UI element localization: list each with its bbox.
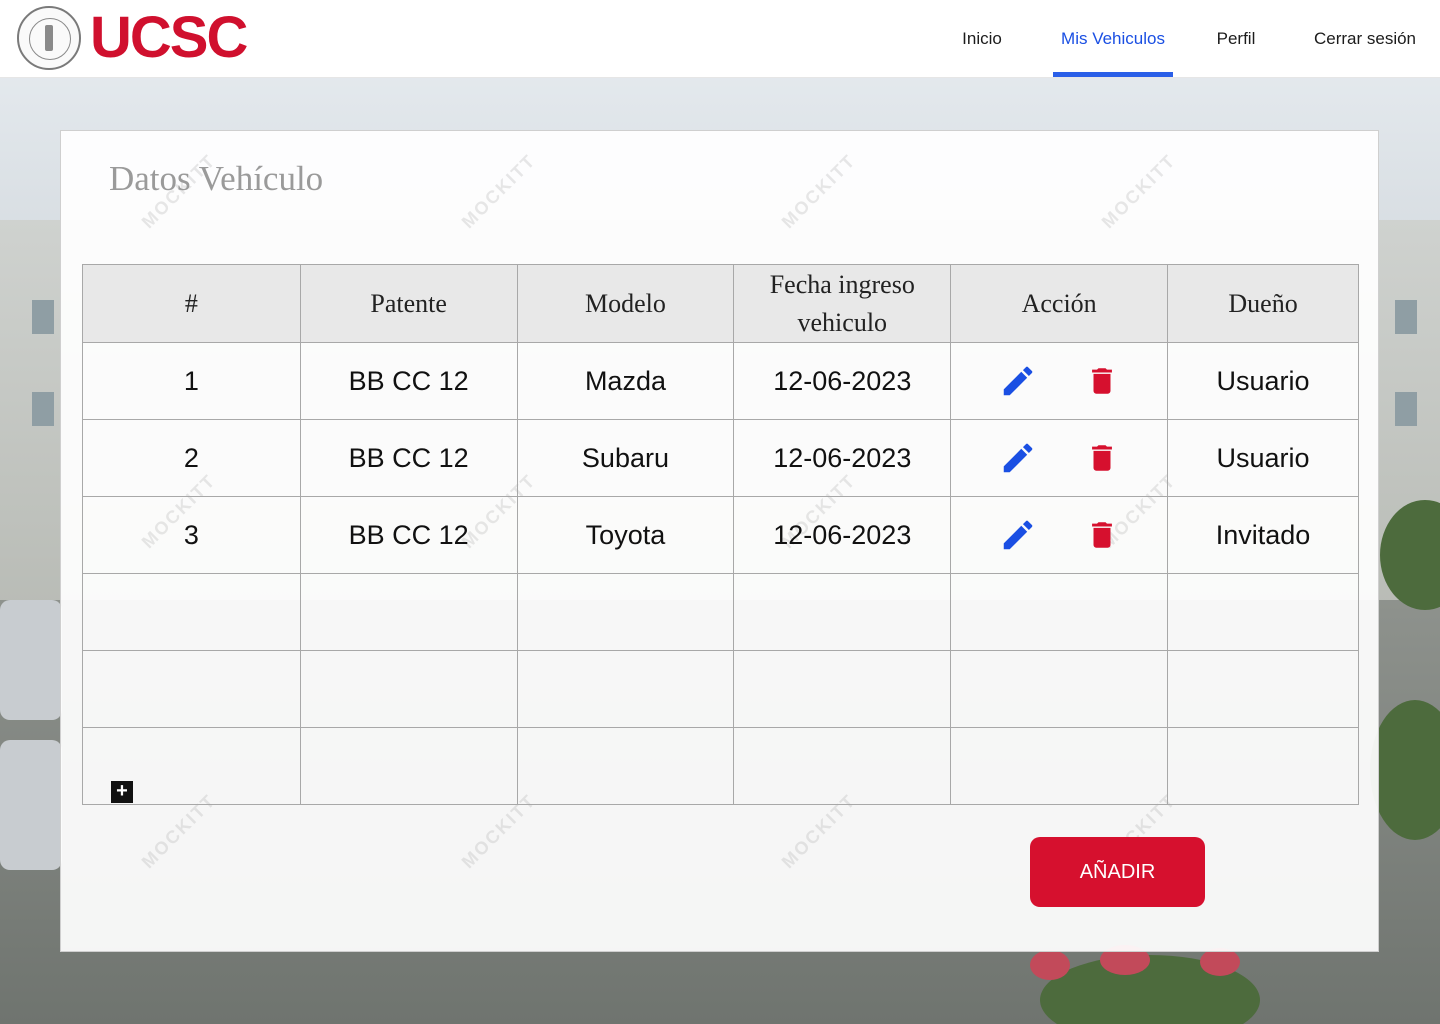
column-header-dueno: Dueño: [1167, 264, 1359, 343]
cell-actions: [950, 496, 1169, 574]
column-header-modelo: Modelo: [516, 264, 735, 343]
trash-icon[interactable]: [1085, 440, 1119, 476]
cell-number: 2: [82, 419, 301, 497]
table-header-row: # Patente Modelo Fecha ingreso vehiculo …: [82, 264, 1359, 343]
nav-perfil[interactable]: Perfil: [1205, 0, 1267, 77]
vehicle-data-card: Datos Vehículo MOCKITT MOCKITT MOCKITT M…: [60, 130, 1379, 952]
cell-actions: [950, 419, 1169, 497]
watermark: MOCKITT: [457, 150, 540, 233]
empty-table-row: [82, 573, 1359, 651]
cell-modelo: Toyota: [516, 496, 735, 574]
column-header-accion: Acción: [950, 264, 1169, 343]
cell-modelo: Subaru: [516, 419, 735, 497]
university-seal-logo: [17, 6, 81, 70]
cell-number: 3: [82, 496, 301, 574]
cell-patente: BB CC 12: [299, 419, 518, 497]
trash-icon[interactable]: [1085, 517, 1119, 553]
brand-logo[interactable]: UCSC: [90, 8, 248, 68]
cell-dueno: Usuario: [1167, 342, 1359, 420]
watermark: MOCKITT: [777, 150, 860, 233]
column-header-number: #: [82, 264, 301, 343]
table-row: 1 BB CC 12 Mazda 12-06-2023 Usuario: [82, 342, 1359, 420]
table-row: 2 BB CC 12 Subaru 12-06-2023 Usuario: [82, 419, 1359, 497]
cell-fecha: 12-06-2023: [733, 342, 952, 420]
nav-cerrar-sesion[interactable]: Cerrar sesión: [1305, 0, 1425, 77]
vehicles-table: # Patente Modelo Fecha ingreso vehiculo …: [82, 264, 1359, 805]
cell-fecha: 12-06-2023: [733, 419, 952, 497]
table-row: 3 BB CC 12 Toyota 12-06-2023 Invitado: [82, 496, 1359, 574]
cell-dueno: Usuario: [1167, 419, 1359, 497]
empty-table-row: [82, 650, 1359, 728]
watermark: MOCKITT: [1097, 150, 1180, 233]
nav-inicio[interactable]: Inicio: [950, 0, 1014, 77]
add-row-plus-icon[interactable]: +: [111, 781, 133, 803]
empty-table-row: [82, 727, 1359, 805]
cell-fecha: 12-06-2023: [733, 496, 952, 574]
nav-mis-vehiculos[interactable]: Mis Vehiculos: [1053, 0, 1173, 77]
pencil-icon[interactable]: [999, 439, 1037, 477]
cell-patente: BB CC 12: [299, 342, 518, 420]
trash-icon[interactable]: [1085, 363, 1119, 399]
column-header-fecha: Fecha ingreso vehiculo: [733, 264, 952, 343]
pencil-icon[interactable]: [999, 362, 1037, 400]
cell-actions: [950, 342, 1169, 420]
cell-number: 1: [82, 342, 301, 420]
cell-dueno: Invitado: [1167, 496, 1359, 574]
column-header-patente: Patente: [299, 264, 518, 343]
top-navbar: UCSC Inicio Mis Vehiculos Perfil Cerrar …: [0, 0, 1440, 78]
cell-modelo: Mazda: [516, 342, 735, 420]
pencil-icon[interactable]: [999, 516, 1037, 554]
add-button[interactable]: AÑADIR: [1030, 837, 1205, 907]
cell-patente: BB CC 12: [299, 496, 518, 574]
